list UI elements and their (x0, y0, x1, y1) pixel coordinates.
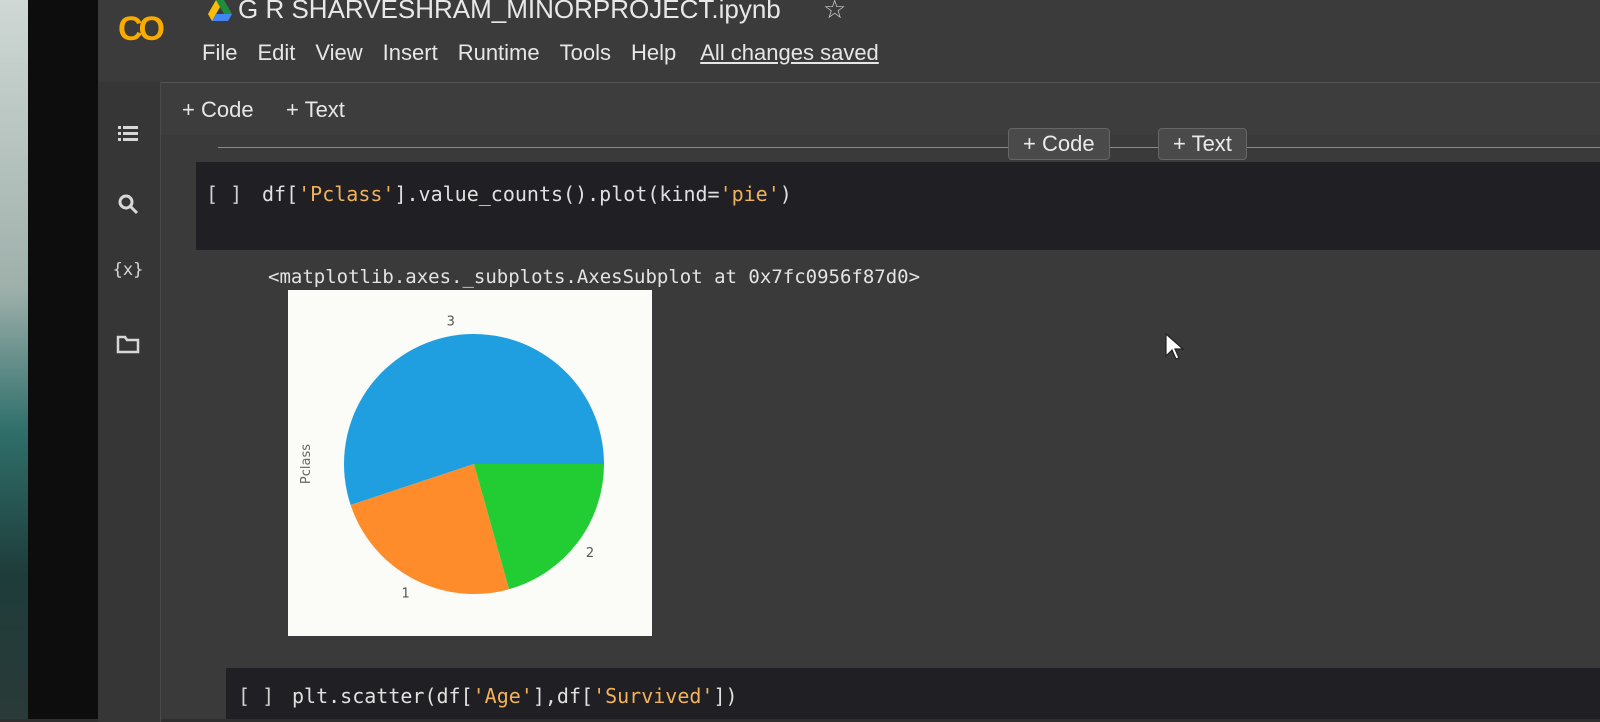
insert-code-button[interactable]: + Code (1008, 128, 1110, 160)
run-cell-button[interactable]: [ ] (238, 684, 274, 708)
pie-label-2: 2 (586, 546, 594, 561)
menu-bar: File Edit View Insert Runtime Tools Help… (202, 40, 879, 66)
toolbar: + Code + Text (98, 82, 1600, 135)
code-token: ].value_counts().plot(kind= (394, 182, 720, 206)
pie-chart-svg: 3 1 2 Pclass (299, 314, 604, 602)
mouse-cursor-icon (1165, 332, 1185, 360)
menu-file[interactable]: File (202, 40, 237, 66)
menu-help[interactable]: Help (631, 40, 676, 66)
logo-text: CO (118, 10, 165, 48)
add-text-button[interactable]: + Text (286, 97, 345, 123)
add-code-button[interactable]: + Code (182, 97, 254, 123)
code-string: 'pie' (719, 182, 780, 206)
code-token: ],df[ (532, 684, 594, 708)
run-cell-button[interactable]: [ ] (206, 182, 242, 206)
left-sidebar: {x} (98, 82, 161, 722)
code-string: 'Pclass' (298, 182, 395, 206)
pie-chart: 3 1 2 Pclass (288, 290, 652, 636)
code-string: 'Survived' (593, 684, 714, 708)
colab-logo[interactable]: CO (116, 10, 178, 52)
code-line[interactable]: df['Pclass'].value_counts().plot(kind='p… (262, 182, 792, 206)
folder-icon[interactable] (114, 330, 142, 358)
menu-insert[interactable]: Insert (383, 40, 438, 66)
variables-icon[interactable]: {x} (112, 260, 144, 288)
search-icon[interactable] (114, 190, 142, 218)
menu-runtime[interactable]: Runtime (458, 40, 540, 66)
code-string: 'Age' (472, 684, 533, 708)
star-icon[interactable]: ☆ (823, 0, 846, 25)
menu-icon[interactable] (114, 120, 142, 148)
app-header: CO G R SHARVESHRAM_MINORPROJECT.ipynb ☆ … (98, 0, 1600, 80)
code-token: ]) (713, 684, 738, 708)
insert-text-button[interactable]: + Text (1158, 128, 1247, 160)
code-token: df[ (262, 182, 299, 206)
cell-divider (218, 147, 1600, 148)
menu-tools[interactable]: Tools (560, 40, 611, 66)
pie-label-3: 3 (447, 314, 455, 329)
save-status-link[interactable]: All changes saved (700, 40, 879, 66)
menu-edit[interactable]: Edit (257, 40, 295, 66)
code-cell[interactable]: [ ] plt.scatter(df['Age'],df['Survived']… (226, 668, 1600, 719)
code-line[interactable]: plt.scatter(df['Age'],df['Survived']) (292, 684, 738, 708)
notebook-title[interactable]: G R SHARVESHRAM_MINORPROJECT.ipynb (238, 0, 781, 25)
code-token: ) (779, 182, 792, 206)
colab-window: CO G R SHARVESHRAM_MINORPROJECT.ipynb ☆ … (98, 0, 1600, 722)
monitor-bezel (28, 0, 100, 719)
output-text: <matplotlib.axes._subplots.AxesSubplot a… (268, 266, 921, 288)
drive-icon (208, 0, 232, 21)
code-token: plt.scatter(df[ (292, 684, 473, 708)
pie-label-1: 1 (402, 587, 410, 602)
code-cell[interactable]: [ ] df['Pclass'].value_counts().plot(kin… (196, 162, 1600, 250)
menu-view[interactable]: View (315, 40, 362, 66)
pie-ylabel: Pclass (299, 444, 314, 484)
